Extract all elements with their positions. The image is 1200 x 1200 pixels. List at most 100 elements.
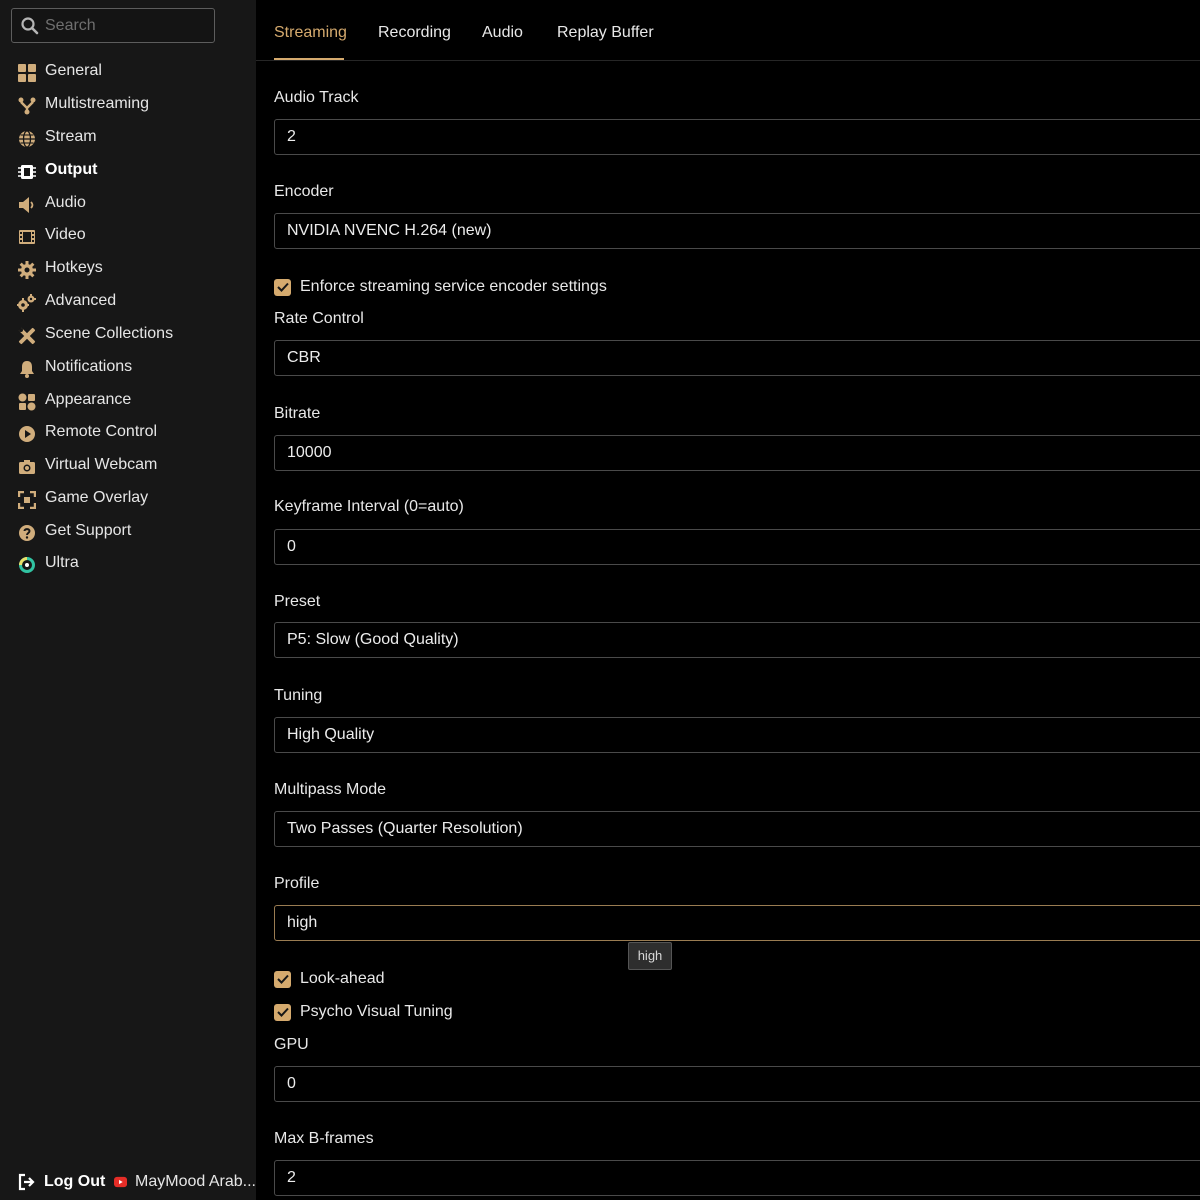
sidebar-item-label: General <box>45 62 102 79</box>
logout-icon <box>18 1173 35 1191</box>
youtube-icon <box>114 1176 128 1188</box>
tab-streaming[interactable]: Streaming <box>274 24 347 42</box>
settings-window: General Multistreaming Stream Output Aud <box>0 0 1200 1200</box>
profile-label: Profile <box>274 875 320 892</box>
search-box[interactable] <box>11 8 215 43</box>
sidebar-item-stream[interactable]: Stream <box>0 122 256 154</box>
sidebar-item-remote-control[interactable]: Remote Control <box>0 417 256 449</box>
expand-icon <box>17 490 36 509</box>
logout-button[interactable]: Log Out <box>18 1168 105 1196</box>
preset-select[interactable]: P5: Slow (Good Quality) <box>274 622 1200 658</box>
encoder-label: Encoder <box>274 183 334 200</box>
look-ahead-checkbox[interactable]: Look-ahead <box>274 969 385 989</box>
sidebar-item-label: Virtual Webcam <box>45 456 158 473</box>
sidebar-item-multistreaming[interactable]: Multistreaming <box>0 89 256 121</box>
branch-icon <box>17 96 36 115</box>
sidebar-item-label: Audio <box>45 194 86 211</box>
grid-icon <box>17 63 36 82</box>
sidebar-item-label: Advanced <box>45 292 117 309</box>
rate-control-label: Rate Control <box>274 310 364 327</box>
tab-audio[interactable]: Audio <box>482 24 523 42</box>
rate-control-select[interactable]: CBR <box>274 340 1200 376</box>
sidebar-item-video[interactable]: Video <box>0 220 256 252</box>
ultra-ring-icon <box>17 555 36 574</box>
audio-track-value: 2 <box>287 128 296 145</box>
multipass-mode-value: Two Passes (Quarter Resolution) <box>287 820 523 837</box>
gears-icon <box>17 293 36 312</box>
keyframe-interval-value: 0 <box>287 538 296 555</box>
globe-icon <box>17 129 36 148</box>
sidebar-item-label: Game Overlay <box>45 489 149 506</box>
checkmark-icon <box>276 282 289 292</box>
speaker-icon <box>17 195 36 214</box>
tab-replay-buffer[interactable]: Replay Buffer <box>557 24 654 42</box>
sidebar-item-audio[interactable]: Audio <box>0 188 256 220</box>
film-icon <box>17 227 36 246</box>
psycho-visual-tuning-checkbox[interactable]: Psycho Visual Tuning <box>274 1002 453 1022</box>
bitrate-label: Bitrate <box>274 405 321 422</box>
tooltip: high <box>628 942 672 970</box>
account-button[interactable]: MayMood Arab... <box>114 1168 256 1196</box>
account-name: MayMood Arab... <box>135 1173 256 1190</box>
sidebar-item-label: Hotkeys <box>45 259 103 276</box>
keyframe-interval-input[interactable]: 0 <box>274 529 1200 565</box>
look-ahead-label: Look-ahead <box>300 970 385 987</box>
preset-label: Preset <box>274 593 321 610</box>
bitrate-value: 10000 <box>287 444 332 461</box>
sidebar-item-label: Remote Control <box>45 423 158 440</box>
audio-track-label: Audio Track <box>274 89 359 106</box>
gpu-input[interactable]: 0 <box>274 1066 1200 1102</box>
sidebar-item-virtual-webcam[interactable]: Virtual Webcam <box>0 450 256 482</box>
bell-icon <box>17 359 36 378</box>
sidebar-item-label: Video <box>45 226 86 243</box>
keyframe-interval-label: Keyframe Interval (0=auto) <box>274 498 464 515</box>
max-b-frames-input[interactable]: 2 <box>274 1160 1200 1196</box>
shapes-icon <box>17 392 36 411</box>
tuning-select[interactable]: High Quality <box>274 717 1200 753</box>
sidebar-item-appearance[interactable]: Appearance <box>0 385 256 417</box>
checkmark-icon <box>276 974 289 984</box>
psycho-visual-tuning-label: Psycho Visual Tuning <box>300 1003 453 1020</box>
sidebar-item-get-support[interactable]: Get Support <box>0 516 256 548</box>
sidebar-item-scene-collections[interactable]: Scene Collections <box>0 319 256 351</box>
tools-icon <box>17 326 36 345</box>
profile-select[interactable]: high <box>274 905 1200 941</box>
gpu-label: GPU <box>274 1036 309 1053</box>
chip-icon <box>17 162 36 181</box>
logout-label: Log Out <box>44 1173 106 1190</box>
encoder-select[interactable]: NVIDIA NVENC H.264 (new) <box>274 213 1200 249</box>
sidebar-item-label: Appearance <box>45 391 132 408</box>
sidebar-item-output[interactable]: Output <box>0 155 256 187</box>
sidebar-item-label: Stream <box>45 128 97 145</box>
checkbox-checked <box>274 278 291 296</box>
search-icon <box>21 17 39 35</box>
tuning-value: High Quality <box>287 726 375 743</box>
rate-control-value: CBR <box>287 349 321 366</box>
encoder-value: NVIDIA NVENC H.264 (new) <box>287 222 492 239</box>
question-icon <box>17 523 36 542</box>
multipass-mode-select[interactable]: Two Passes (Quarter Resolution) <box>274 811 1200 847</box>
play-circle-icon <box>17 424 36 443</box>
sidebar-item-ultra[interactable]: Ultra <box>0 548 256 580</box>
active-tab-indicator <box>274 58 344 60</box>
gear-icon <box>17 260 36 279</box>
audio-track-select[interactable]: 2 <box>274 119 1200 155</box>
bitrate-input[interactable]: 10000 <box>274 435 1200 471</box>
checkbox-checked <box>274 970 291 988</box>
sidebar-item-general[interactable]: General <box>0 56 256 88</box>
sidebar-item-label: Scene Collections <box>45 325 174 342</box>
multipass-mode-label: Multipass Mode <box>274 781 387 798</box>
sidebar: General Multistreaming Stream Output Aud <box>0 0 256 1200</box>
search-input[interactable] <box>45 9 213 42</box>
tab-recording[interactable]: Recording <box>378 24 451 42</box>
enforce-settings-checkbox[interactable]: Enforce streaming service encoder settin… <box>274 277 607 297</box>
max-b-frames-value: 2 <box>287 1169 296 1186</box>
profile-value: high <box>287 914 318 931</box>
sidebar-item-advanced[interactable]: Advanced <box>0 286 256 318</box>
sidebar-item-hotkeys[interactable]: Hotkeys <box>0 253 256 285</box>
sidebar-item-label: Get Support <box>45 522 132 539</box>
sidebar-item-label: Multistreaming <box>45 95 150 112</box>
sidebar-item-game-overlay[interactable]: Game Overlay <box>0 483 256 515</box>
gpu-value: 0 <box>287 1075 296 1092</box>
sidebar-item-notifications[interactable]: Notifications <box>0 352 256 384</box>
